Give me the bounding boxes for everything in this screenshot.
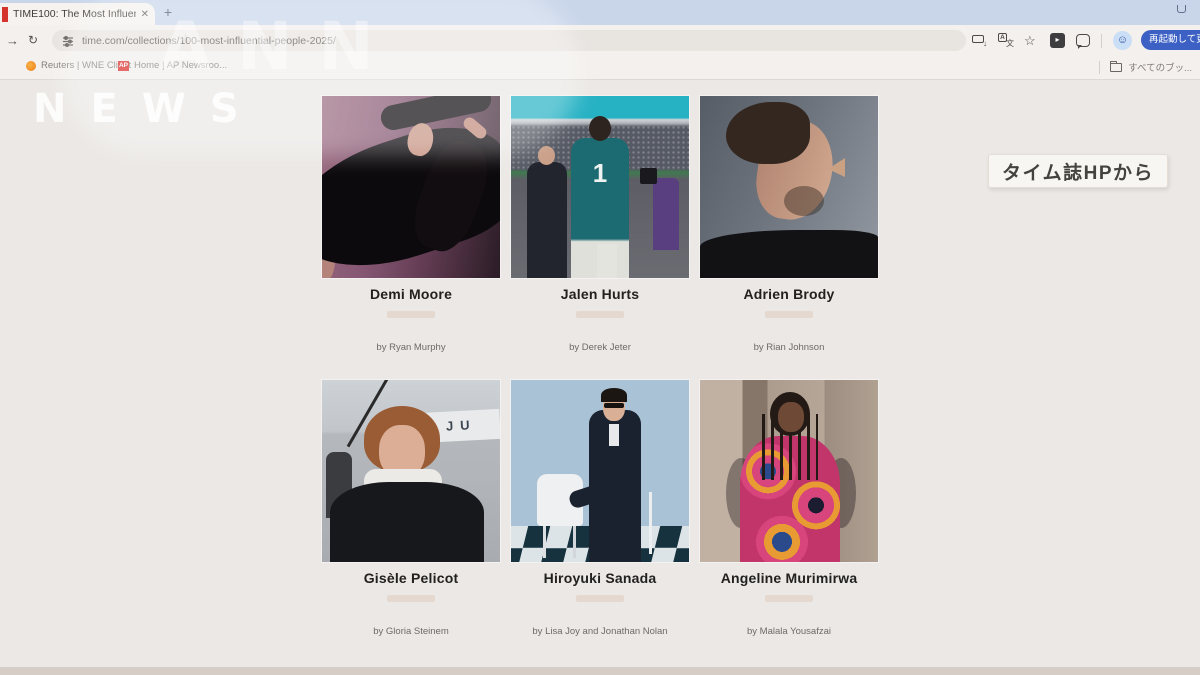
tab-title: TIME100: The Most Influential P... [13, 8, 136, 20]
extension-bubble-icon[interactable] [1076, 34, 1090, 47]
window-restore-icon[interactable] [1177, 5, 1186, 13]
photo-angeline-murimirwa[interactable] [700, 380, 878, 562]
person-name: Adrien Brody [743, 286, 834, 302]
person-byline: by Lisa Joy and Jonathan Nolan [532, 626, 667, 637]
category-label-faint [765, 595, 813, 602]
person-name: Gisèle Pelicot [364, 570, 459, 586]
ap-icon: AP [118, 61, 129, 71]
photo-gisele-pelicot[interactable]: DE JU [322, 380, 500, 562]
new-tab-button[interactable]: + [160, 4, 176, 20]
profile-avatar[interactable]: ☺ [1113, 31, 1132, 50]
person-card-angeline-murimirwa[interactable]: Angeline Murimirwa by Malala Yousafzai [700, 380, 878, 664]
bookmark-star-icon[interactable]: ☆ [1024, 33, 1039, 48]
person-name: Jalen Hurts [561, 286, 639, 302]
tab-close-icon[interactable]: ✕ [141, 9, 149, 20]
person-byline: by Malala Yousafzai [747, 626, 831, 637]
person-card-jalen-hurts[interactable]: 1 Jalen Hurts by Derek Jeter [511, 96, 689, 380]
chrome-update-button[interactable]: 再起動して更新 [1141, 30, 1200, 50]
reuters-icon [26, 61, 36, 71]
caption-text: タイム誌HPから [1002, 158, 1154, 185]
person-card-gisele-pelicot[interactable]: DE JU Gisèle Pelicot by Gloria Steinem [322, 380, 500, 664]
send-to-device-icon[interactable]: ↓ [972, 33, 987, 48]
bookmark-reuters[interactable]: Reuters | WNE Client [26, 60, 131, 71]
photo-demi-moore[interactable] [322, 96, 500, 278]
time-favicon [2, 7, 8, 22]
folder-icon [1110, 63, 1122, 72]
person-card-demi-moore[interactable]: Demi Moore by Ryan Murphy [322, 96, 500, 380]
person-byline: by Derek Jeter [569, 342, 631, 353]
person-name: Demi Moore [370, 286, 452, 302]
person-byline: by Gloria Steinem [373, 626, 449, 637]
broadcast-caption: タイム誌HPから [988, 154, 1168, 188]
jersey-number: 1 [571, 158, 629, 189]
person-name: Hiroyuki Sanada [544, 570, 657, 586]
photo-adrien-brody[interactable] [700, 96, 878, 278]
person-byline: by Rian Johnson [754, 342, 825, 353]
reload-button[interactable]: ↻ [28, 33, 38, 47]
extension-dark-icon[interactable]: ▸ [1050, 33, 1065, 48]
person-card-adrien-brody[interactable]: Adrien Brody by Rian Johnson [700, 96, 878, 380]
person-card-hiroyuki-sanada[interactable]: Hiroyuki Sanada by Lisa Joy and Jonathan… [511, 380, 689, 664]
address-bar[interactable]: time.com/collections/100-most-influentia… [52, 30, 966, 51]
category-label-faint [387, 311, 435, 318]
category-label-faint [387, 595, 435, 602]
bookmarks-bar: Reuters | WNE Client AP Home | AP Newsro… [0, 56, 1200, 80]
all-bookmarks-button[interactable]: すべてのブッ... [1099, 60, 1192, 74]
tab-strip: TIME100: The Most Influential P... ✕ + [0, 0, 1200, 25]
translate-icon[interactable]: A 文 [998, 33, 1013, 48]
letterbox-bottom-bar [0, 667, 1200, 675]
category-label-faint [765, 311, 813, 318]
url-text[interactable]: time.com/collections/100-most-influentia… [82, 35, 336, 47]
photo-jalen-hurts[interactable]: 1 [511, 96, 689, 278]
people-grid: Demi Moore by Ryan Murphy 1 Jalen Hurts … [322, 96, 879, 664]
site-info-icon[interactable] [62, 35, 74, 47]
browser-tab[interactable]: TIME100: The Most Influential P... ✕ [0, 3, 155, 25]
category-label-faint [576, 595, 624, 602]
person-byline: by Ryan Murphy [376, 342, 445, 353]
person-name: Angeline Murimirwa [721, 570, 858, 586]
bookmark-ap[interactable]: AP Home | AP Newsroo... [118, 60, 227, 71]
forward-button[interactable]: → [6, 33, 19, 48]
photo-hiroyuki-sanada[interactable] [511, 380, 689, 562]
category-label-faint [576, 311, 624, 318]
toolbar-separator [1101, 34, 1102, 48]
